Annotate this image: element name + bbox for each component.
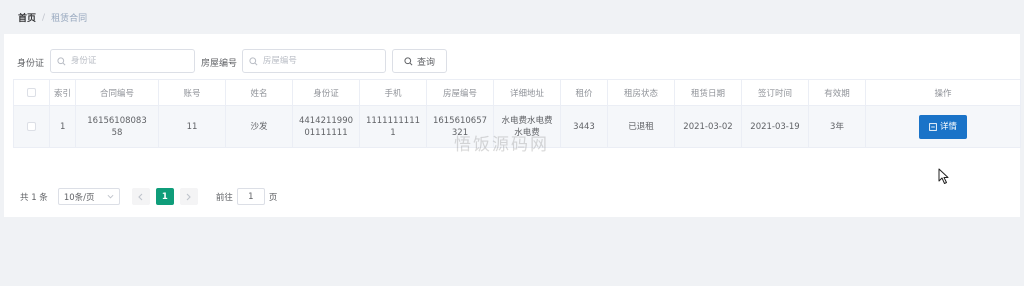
column-header-sign-time: 签订时间 xyxy=(741,79,809,106)
breadcrumb-separator: / xyxy=(42,12,46,23)
cell-account: 11 xyxy=(158,105,226,148)
page-size-select[interactable]: 10条/页 xyxy=(57,188,120,205)
column-header-index: 索引 xyxy=(49,79,76,106)
id-card-label: 身份证 xyxy=(17,59,45,69)
breadcrumb: 首页 / 租赁合同 xyxy=(18,11,88,25)
column-header-contract-no: 合同编号 xyxy=(75,79,159,106)
prev-page-button[interactable] xyxy=(131,188,150,205)
column-header-validity: 有效期 xyxy=(808,79,866,106)
column-header-house-no: 房屋编号 xyxy=(426,79,494,106)
table-header-row: 索引 合同编号 账号 姓名 身份证 手机 房屋编号 详细地址 租价 租房状态 租… xyxy=(13,79,1021,106)
id-card-input[interactable] xyxy=(70,56,194,66)
search-icon xyxy=(57,56,67,67)
column-header-action: 操作 xyxy=(865,79,1021,106)
breadcrumb-current: 租赁合同 xyxy=(51,14,88,24)
chevron-right-icon xyxy=(186,193,192,200)
cell-lease-date: 2021-03-02 xyxy=(674,105,742,148)
column-header-address: 详细地址 xyxy=(493,79,561,106)
id-card-field[interactable] xyxy=(50,49,195,73)
house-no-label: 房屋编号 xyxy=(201,59,238,69)
chevron-left-icon xyxy=(138,193,143,200)
select-all-cell[interactable] xyxy=(13,79,50,106)
select-all-checkbox[interactable] xyxy=(27,87,36,97)
cell-price: 3443 xyxy=(560,105,608,148)
chevron-down-icon xyxy=(107,192,114,202)
column-header-id-card: 身份证 xyxy=(292,79,360,106)
query-button[interactable]: 查询 xyxy=(392,49,447,73)
cell-id-card: 4414211990 01111111 xyxy=(292,105,360,148)
search-icon xyxy=(404,56,413,66)
cell-status: 已退租 xyxy=(607,105,675,148)
search-icon xyxy=(249,56,259,67)
watermark: 悟饭源码网 xyxy=(454,135,549,155)
goto-page-input[interactable]: 1 xyxy=(236,188,265,205)
next-page-button[interactable] xyxy=(179,188,198,205)
mouse-cursor-icon xyxy=(938,168,950,188)
row-select-cell[interactable] xyxy=(13,105,50,148)
cell-sign-time: 2021-03-19 xyxy=(741,105,809,148)
pagination: 共 1 条 10条/页 1 前往 1 页 xyxy=(20,188,277,205)
pagination-total: 共 1 条 xyxy=(20,192,48,203)
page-size-value: 10条/页 xyxy=(63,192,95,203)
column-header-phone: 手机 xyxy=(359,79,427,106)
detail-button[interactable]: 详情 xyxy=(919,114,967,139)
goto-suffix: 页 xyxy=(268,192,278,203)
page-number-current[interactable]: 1 xyxy=(155,188,174,205)
column-header-account: 账号 xyxy=(158,79,226,106)
cell-validity: 3年 xyxy=(808,105,866,148)
column-header-price: 租价 xyxy=(560,79,608,106)
cell-action: 详情 xyxy=(865,105,1021,148)
query-button-label: 查询 xyxy=(416,57,435,68)
goto-label: 前往 xyxy=(215,192,233,203)
cell-name: 沙发 xyxy=(225,105,293,148)
column-header-name: 姓名 xyxy=(225,79,293,106)
house-no-field[interactable] xyxy=(242,49,386,73)
cell-index: 1 xyxy=(49,105,76,148)
detail-button-label: 详情 xyxy=(939,121,957,132)
row-checkbox[interactable] xyxy=(27,121,36,131)
detail-icon xyxy=(929,122,937,131)
column-header-lease-date: 租赁日期 xyxy=(674,79,742,106)
cell-contract-no: 16156108083 58 xyxy=(75,105,159,148)
column-header-status: 租房状态 xyxy=(607,79,675,106)
cell-phone: 1111111111 1 xyxy=(359,105,427,148)
house-no-input[interactable] xyxy=(262,56,385,66)
breadcrumb-home[interactable]: 首页 xyxy=(18,11,36,24)
